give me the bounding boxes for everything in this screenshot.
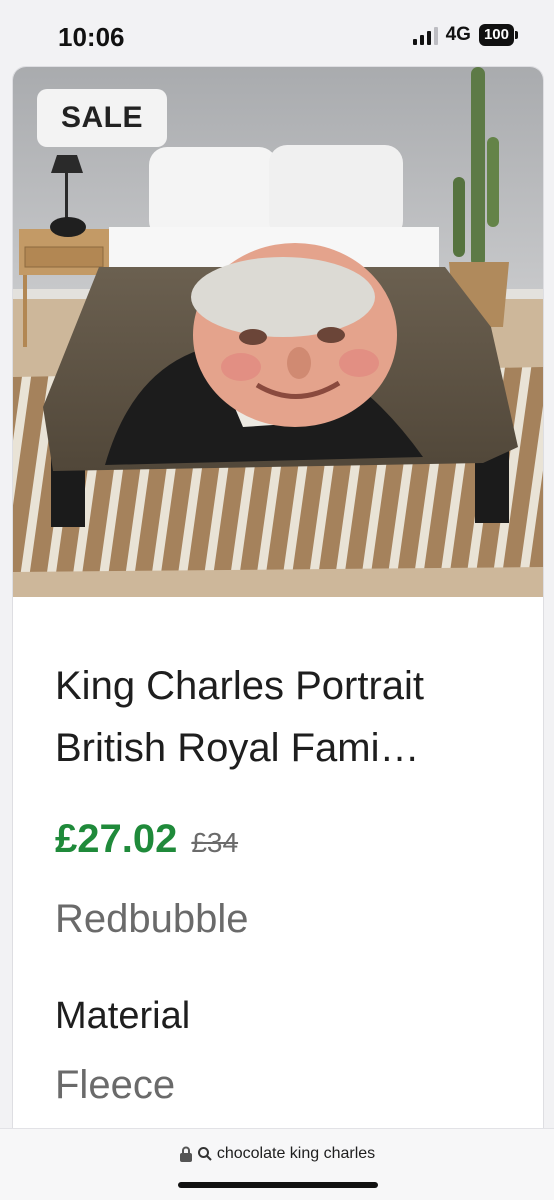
signal-icon xyxy=(412,25,438,45)
battery-level: 100 xyxy=(478,24,514,46)
status-indicators: 4G 100 xyxy=(412,24,518,46)
price-row: £27.02 £34 xyxy=(55,817,238,862)
seller-name: Redbubble xyxy=(55,897,249,941)
status-bar: 10:06 4G 100 xyxy=(0,0,554,66)
search-icon xyxy=(197,1147,212,1161)
price-current: £27.02 xyxy=(55,817,178,861)
home-indicator[interactable] xyxy=(178,1182,378,1188)
screen: 10:06 4G 100 SALE King Charles Portrait … xyxy=(0,0,554,1200)
price-original: £34 xyxy=(191,827,239,858)
battery-icon: 100 xyxy=(478,24,518,46)
product-title-line-1: King Charles Portrait xyxy=(55,664,425,708)
product-title-line-2: British Royal Fami… xyxy=(55,726,420,770)
network-type: 4G xyxy=(445,24,471,45)
product-image[interactable]: SALE xyxy=(13,67,543,597)
attribute-value: Fleece xyxy=(55,1063,176,1107)
sale-badge: SALE xyxy=(37,89,167,147)
product-card[interactable]: SALE King Charles Portrait British Royal… xyxy=(12,66,544,1186)
url-query: chocolate king charles xyxy=(216,1145,376,1162)
url-bar[interactable]: chocolate king charles xyxy=(0,1128,554,1200)
lock-icon xyxy=(179,1146,192,1162)
product-title[interactable]: King Charles Portrait British Royal Fami… xyxy=(55,655,525,779)
status-time: 10:06 xyxy=(58,22,125,52)
address-field[interactable]: chocolate king charles xyxy=(0,1145,554,1163)
attribute-label: Material xyxy=(55,995,191,1037)
